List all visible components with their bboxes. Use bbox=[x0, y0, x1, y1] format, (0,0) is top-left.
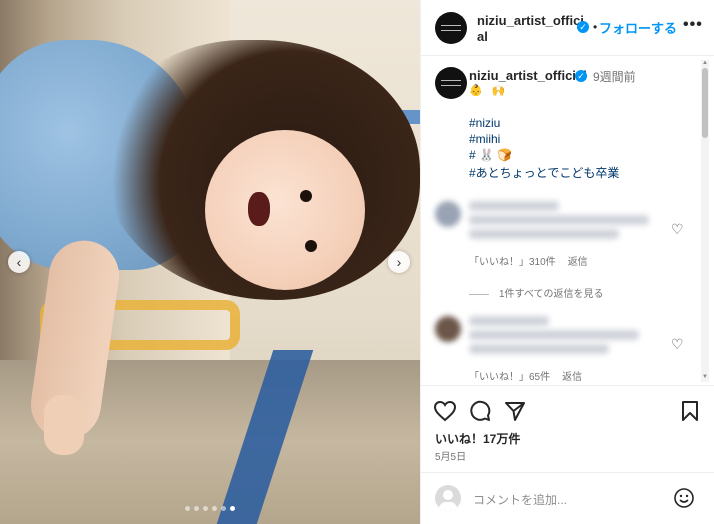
reply-button[interactable]: 返信 bbox=[568, 257, 588, 268]
comment-blurred-text bbox=[469, 316, 549, 326]
post-actions: いいね！17万件 5月5日 bbox=[421, 385, 714, 465]
carousel-dot bbox=[203, 506, 208, 511]
comments-feed[interactable]: niziu_artist_official ✓ 9週間前 👶 🙌 #niziu … bbox=[421, 57, 714, 385]
avatar-logo bbox=[441, 25, 461, 31]
carousel-dot bbox=[194, 506, 199, 511]
follow-button[interactable]: フォローする bbox=[599, 18, 677, 37]
comment-meta: 「いいね！」65件 返信 bbox=[469, 368, 582, 383]
bookmark-icon[interactable] bbox=[681, 400, 699, 422]
carousel-dot bbox=[221, 506, 226, 511]
post-side-panel: niziu_artist_official ✓ • フォローする ••• niz… bbox=[420, 0, 714, 524]
more-options-icon[interactable]: ••• bbox=[683, 16, 703, 34]
carousel-dot bbox=[212, 506, 217, 511]
next-image-button[interactable]: › bbox=[388, 251, 410, 273]
post-date[interactable]: 5月5日 bbox=[435, 448, 466, 463]
caption-emoji: 👶 🙌 bbox=[469, 85, 509, 97]
comment-blurred-text bbox=[469, 215, 649, 225]
photo-mouth bbox=[248, 192, 270, 226]
comment-likes[interactable]: 「いいね！」310件 bbox=[469, 257, 556, 268]
hashtag-link[interactable]: #あとちょっとでこども卒業 bbox=[469, 164, 619, 181]
scrollbar-thumb[interactable] bbox=[702, 68, 708, 138]
emoji-icon[interactable] bbox=[673, 487, 695, 509]
comment-icon[interactable] bbox=[469, 400, 491, 422]
comment-likes[interactable]: 「いいね！」65件 bbox=[469, 372, 550, 383]
caption-avatar[interactable] bbox=[435, 67, 467, 99]
post-photo[interactable]: ‹ › bbox=[0, 0, 420, 524]
post-header: niziu_artist_official ✓ • フォローする ••• bbox=[421, 0, 714, 56]
likes-count[interactable]: いいね！17万件 bbox=[435, 430, 520, 447]
comment-heart-icon[interactable]: ♡ bbox=[671, 336, 684, 353]
commenter-avatar[interactable] bbox=[435, 201, 461, 227]
comment-blurred-text bbox=[469, 201, 559, 211]
separator-dot: • bbox=[593, 20, 598, 34]
heart-icon[interactable] bbox=[433, 400, 457, 422]
share-icon[interactable] bbox=[504, 400, 526, 422]
comment-meta: 「いいね！」310件 返信 bbox=[469, 253, 588, 268]
hashtag-link[interactable]: #miihi bbox=[469, 132, 500, 146]
carousel-dot bbox=[230, 506, 235, 511]
photo-hand bbox=[44, 395, 84, 455]
scroll-down-icon[interactable]: ▼ bbox=[702, 374, 708, 380]
prev-image-button[interactable]: ‹ bbox=[8, 251, 30, 273]
caption-username[interactable]: niziu_artist_official bbox=[469, 68, 587, 83]
photo-eye bbox=[300, 190, 312, 202]
chevron-right-icon: › bbox=[396, 254, 402, 270]
comment-blurred-text bbox=[469, 330, 639, 340]
verified-badge-icon: ✓ bbox=[575, 70, 587, 82]
carousel-dot bbox=[185, 506, 190, 511]
hashtag-link[interactable]: #niziu bbox=[469, 116, 500, 130]
comment-blurred-text bbox=[469, 229, 619, 239]
author-avatar[interactable] bbox=[435, 12, 467, 44]
user-avatar bbox=[435, 485, 461, 511]
photo-face bbox=[205, 130, 365, 290]
reply-button[interactable]: 返信 bbox=[562, 372, 582, 383]
view-replies-label: 1件すべての返信を見る bbox=[499, 289, 604, 300]
comment-blurred-text bbox=[469, 344, 609, 354]
author-username[interactable]: niziu_artist_official bbox=[477, 13, 587, 45]
verified-badge-icon: ✓ bbox=[577, 21, 589, 33]
view-replies-link[interactable]: 1件すべての返信を見る bbox=[469, 285, 603, 300]
scroll-up-icon[interactable]: ▲ bbox=[702, 60, 708, 66]
commenter-avatar[interactable] bbox=[435, 316, 461, 342]
post-time[interactable]: 9週間前 bbox=[593, 68, 636, 85]
comment-composer: コメントを追加... bbox=[421, 472, 714, 524]
avatar-logo bbox=[441, 80, 461, 86]
chevron-left-icon: ‹ bbox=[16, 254, 22, 270]
comments-scrollbar[interactable]: ▲ ▼ bbox=[701, 60, 709, 382]
comment-input[interactable]: コメントを追加... bbox=[473, 491, 567, 508]
hashtag-link[interactable]: # 🐰 🍞 bbox=[469, 148, 512, 162]
comment-heart-icon[interactable]: ♡ bbox=[671, 221, 684, 238]
photo-eye bbox=[305, 240, 317, 252]
carousel-dots bbox=[185, 506, 235, 511]
divider-line bbox=[469, 293, 489, 295]
